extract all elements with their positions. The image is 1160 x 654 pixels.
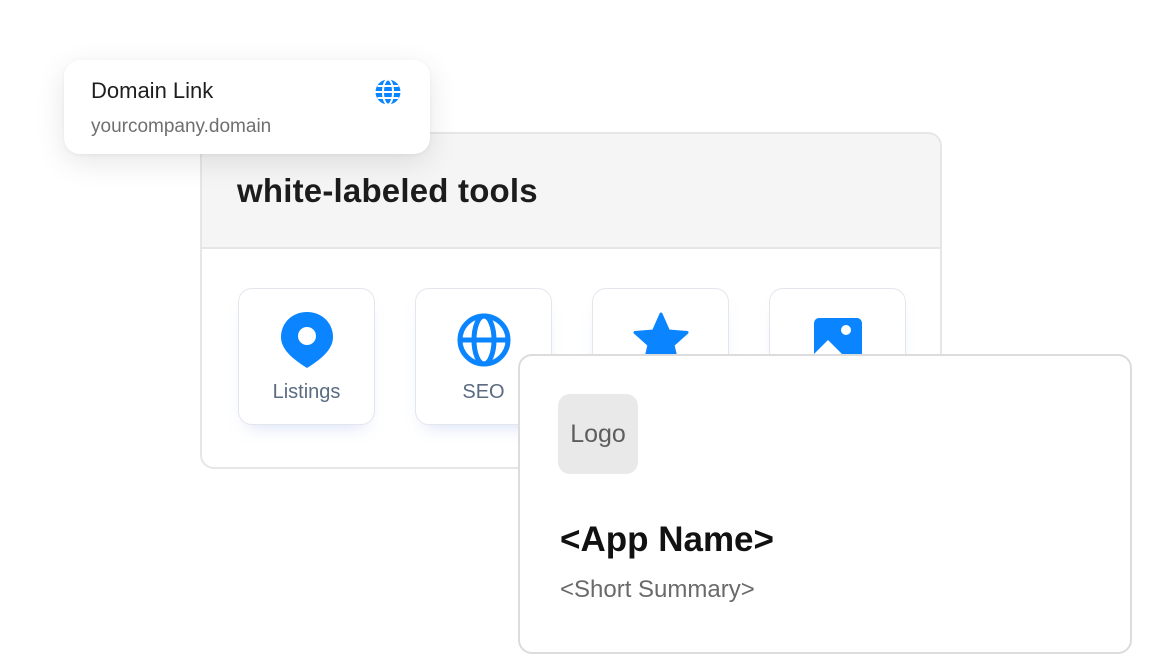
logo-text: Logo: [570, 419, 626, 448]
app-card: Logo <App Name> <Short Summary>: [518, 354, 1132, 654]
domain-link-card[interactable]: Domain Link yourcompany.domain: [64, 60, 430, 154]
globe-icon: [373, 77, 403, 107]
app-name: <App Name>: [560, 520, 774, 559]
tool-label-listings: Listings: [272, 381, 341, 403]
domain-link-url: yourcompany.domain: [91, 116, 272, 137]
logo-placeholder: Logo: [558, 394, 638, 474]
map-pin-icon: [278, 311, 336, 369]
domain-link-title: Domain Link: [91, 78, 214, 103]
globe-icon: [455, 311, 513, 369]
tools-title: white-labeled tools: [237, 171, 538, 209]
tool-tile-listings[interactable]: Listings: [238, 288, 375, 425]
